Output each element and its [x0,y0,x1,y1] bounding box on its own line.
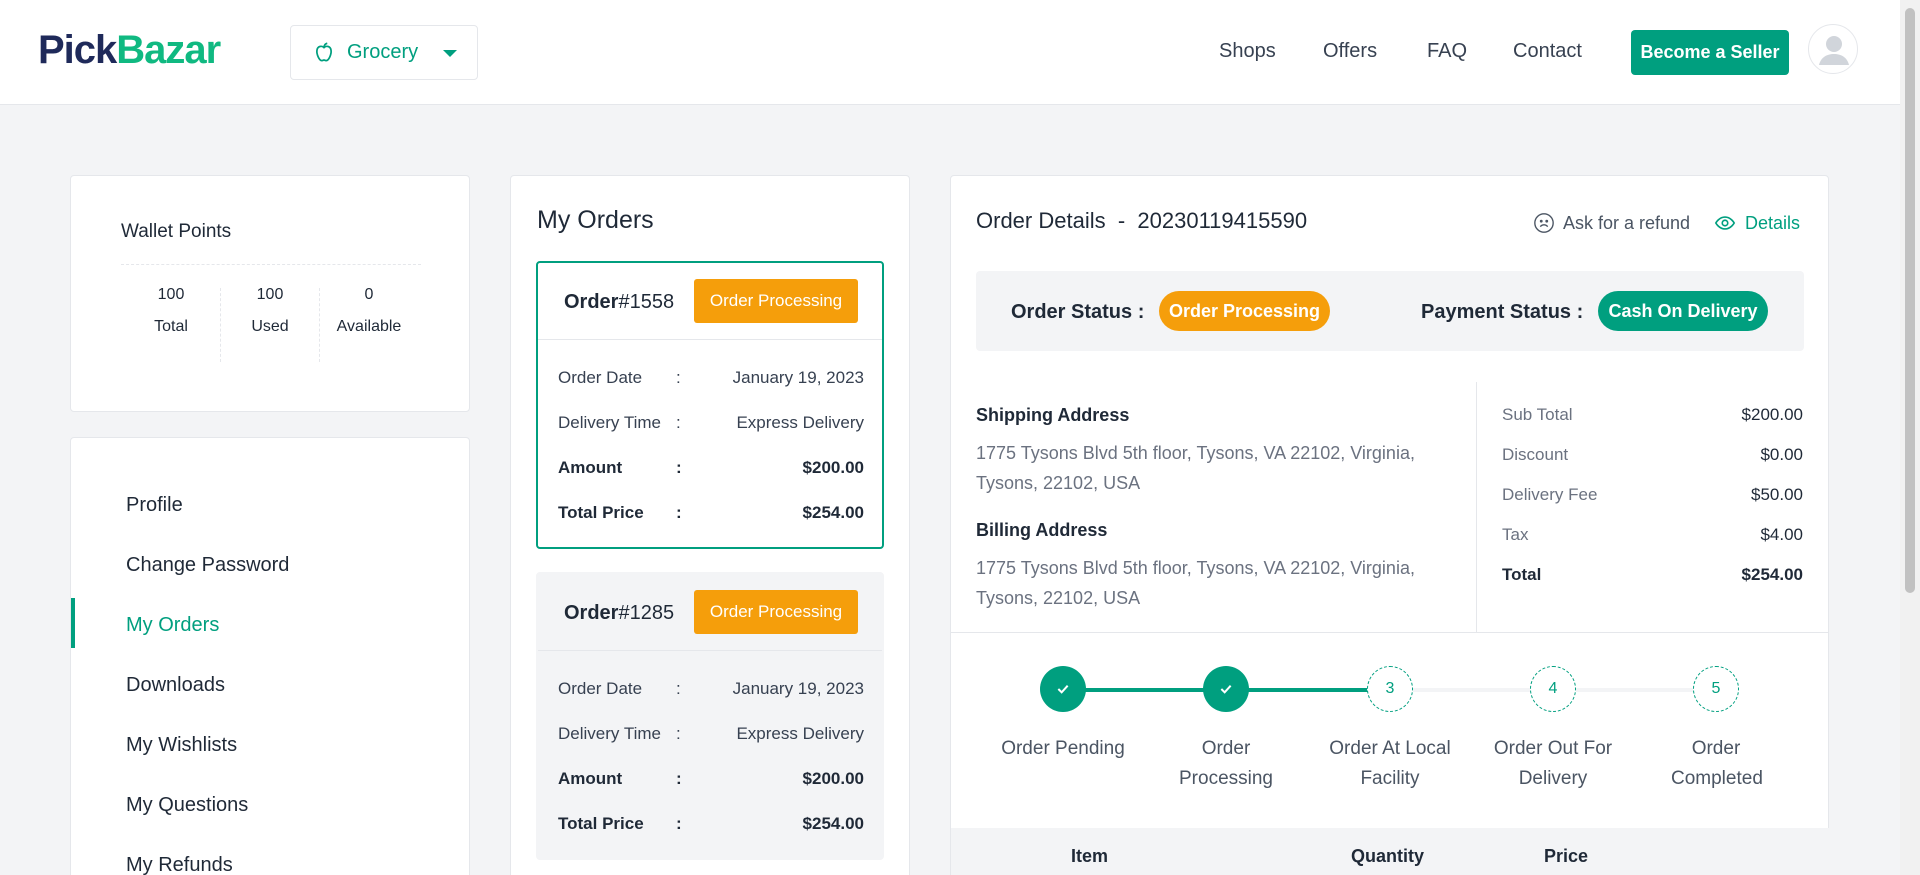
wallet-stat-total: 100 Total [154,286,188,335]
step-1-check-icon [1040,666,1086,712]
account-sidebar: Profile Change Password My Orders Downlo… [70,437,470,875]
step-4-number: 4 [1530,666,1576,712]
sad-face-icon [1534,213,1554,233]
order-status-badge: Order Processing [1159,291,1330,331]
details-link[interactable]: Details [1713,212,1800,234]
wallet-card: Wallet Points 100 Total 100 Used 0 Availabl… [70,175,470,412]
step-5-number: 5 [1693,666,1739,712]
summary-subtotal: Sub Total $200.00 [1502,405,1803,424]
wallet-stat-used: 100 Used [251,286,289,335]
orders-title: My Orders [537,206,654,234]
sidebar-item-my-wishlists[interactable]: My Wishlists [126,734,237,757]
status-badge: Order Processing [694,590,858,634]
order-id: 20230119415590 [1137,208,1308,233]
status-bar: Order Status : Order Processing Payment … [976,271,1804,351]
order-card[interactable]: Order#1558 Order Processing Order Date: J… [536,261,884,549]
step-3-number: 3 [1367,666,1413,712]
payment-status-label: Payment Status : [1421,301,1584,323]
scrollbar-thumb[interactable] [1905,8,1915,593]
logo[interactable]: PickBazar [38,28,221,73]
shop-type-select[interactable]: Grocery [290,25,478,80]
divider [951,632,1829,633]
sidebar-item-my-refunds[interactable]: My Refunds [126,854,233,875]
chevron-down-icon [443,50,457,57]
avatar[interactable] [1808,24,1858,74]
nav-shops[interactable]: Shops [1219,40,1276,63]
items-table-header: Item Quantity Price [951,828,1829,875]
step-2-label: Order Processing [1179,738,1273,789]
become-seller-button[interactable]: Become a Seller [1631,30,1789,75]
summary-discount: Discount $0.00 [1502,445,1803,464]
summary-tax: Tax $4.00 [1502,525,1803,544]
site-header: PickBazar Grocery Shops Offers FAQ Conta… [0,0,1900,105]
apple-icon [316,41,332,61]
shop-type-label: Grocery [347,41,419,63]
nav-offers[interactable]: Offers [1323,40,1377,63]
shipping-address-title: Shipping Address [976,405,1130,425]
order-details-panel: Order Details - 20230119415590 Ask for a… [950,175,1829,875]
shipping-address: 1775 Tysons Blvd 5th floor, Tysons, VA 2… [976,443,1415,493]
order-card-header: Order#1558 Order Processing [538,263,882,340]
wallet-stat-available: 0 Available [336,286,402,335]
column-header-item: Item [1071,846,1109,866]
user-icon [1819,36,1849,65]
status-badge: Order Processing [694,279,858,323]
sidebar-item-my-questions[interactable]: My Questions [126,794,248,817]
payment-status-badge: Cash On Delivery [1598,291,1768,331]
order-details-title: Order Details - 20230119415590 [976,208,1308,233]
nav-contact[interactable]: Contact [1513,40,1582,63]
order-number: Order#1558 [564,291,675,313]
step-2-check-icon [1203,666,1249,712]
refund-link[interactable]: Ask for a refund [1533,212,1690,234]
billing-address-title: Billing Address [976,520,1108,540]
sidebar-item-profile[interactable]: Profile [126,494,183,517]
step-4-label: Order Out For Delivery [1493,738,1613,789]
column-header-price: Price [1544,846,1589,866]
step-3-label: Order At Local Facility [1329,738,1451,789]
step-1-label: Order Pending [1001,738,1125,759]
order-number: Order#1285 [564,602,675,624]
order-status-label: Order Status : [1011,301,1145,323]
sidebar-item-my-orders[interactable]: My Orders [126,614,219,637]
wallet-title: Wallet Points [121,221,232,242]
billing-address: 1775 Tysons Blvd 5th floor, Tysons, VA 2… [976,558,1415,608]
eye-icon [1714,216,1736,230]
divider [121,264,421,265]
sidebar-item-downloads[interactable]: Downloads [126,674,225,697]
step-5-label: Order Completed [1671,738,1763,789]
nav-faq[interactable]: FAQ [1427,40,1467,63]
page-scrollbar[interactable] [1900,0,1920,875]
divider [1476,382,1477,632]
summary-total: Total $254.00 [1502,565,1803,584]
order-card-header: Order#1285 Order Processing [538,574,882,651]
orders-list-panel: My Orders Order#1558 Order Processing Or… [510,175,910,875]
active-indicator [71,598,75,648]
sidebar-item-change-password[interactable]: Change Password [126,554,289,577]
column-header-quantity: Quantity [1351,846,1425,866]
summary-delivery-fee: Delivery Fee $50.00 [1502,485,1803,504]
order-card[interactable]: Order#1285 Order Processing Order Date: J… [536,572,884,860]
